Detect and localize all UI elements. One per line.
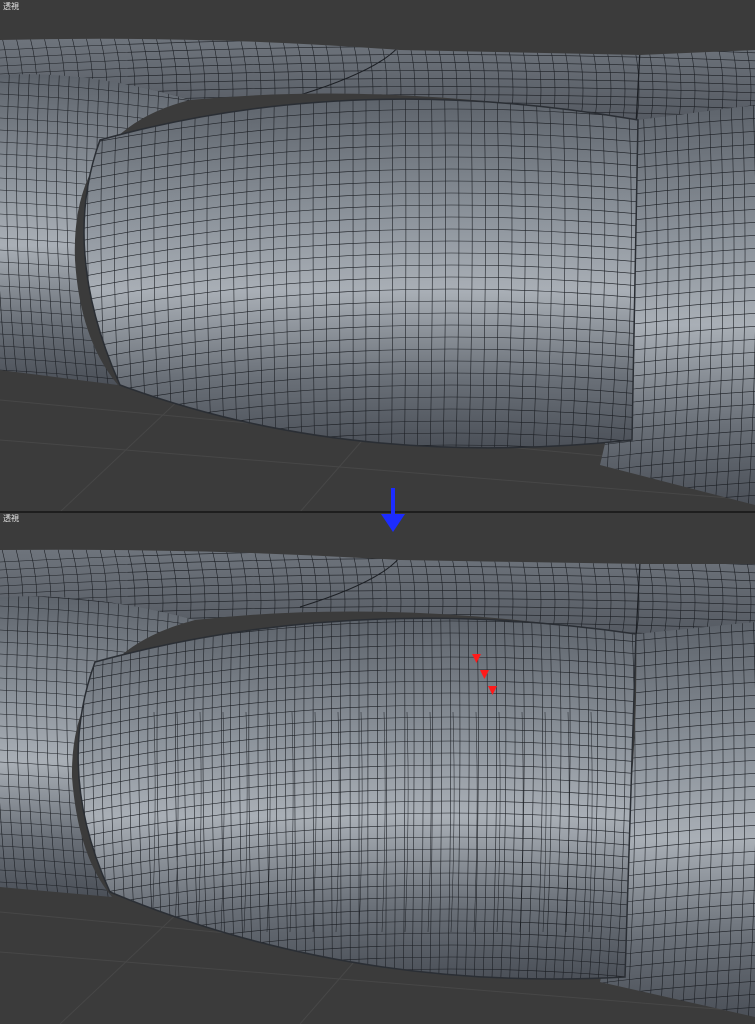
arrow-down-icon <box>381 488 405 532</box>
viewport-label: 透視 <box>3 2 19 11</box>
mesh-render <box>0 512 755 1024</box>
mesh-render <box>0 0 755 512</box>
viewport-before[interactable]: 透視 <box>0 0 755 512</box>
viewport-label: 透視 <box>3 514 19 523</box>
viewport-after[interactable]: 透視 <box>0 512 755 1024</box>
